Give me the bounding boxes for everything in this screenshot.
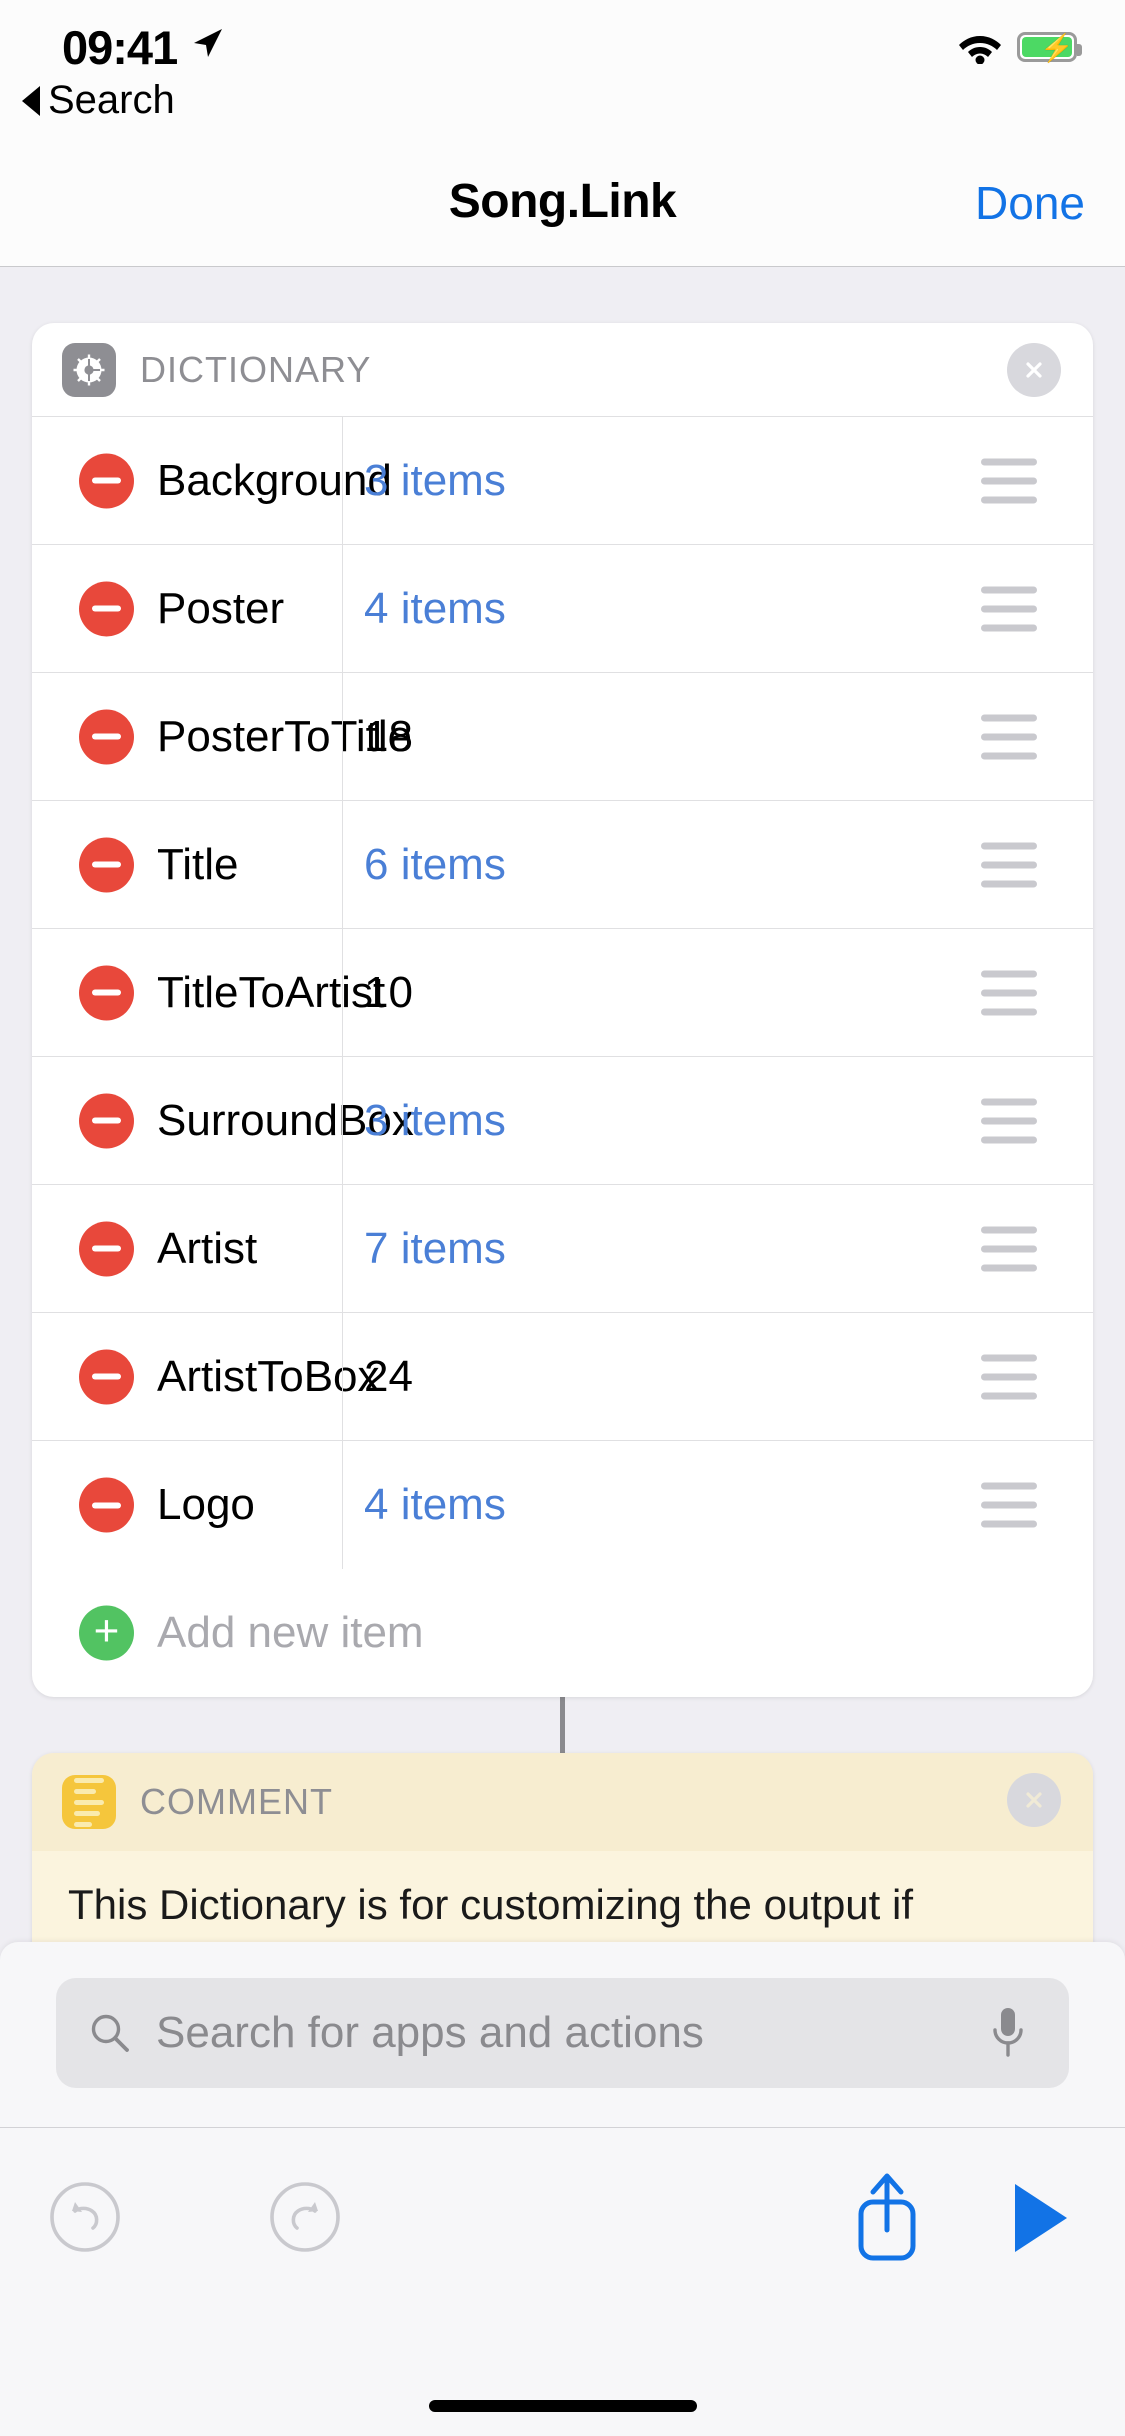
status-bar-right: ⚡ <box>957 30 1082 64</box>
dictionary-action-card: DICTIONARY Background 3 items Poster 4 item… <box>32 323 1093 1697</box>
dictionary-key[interactable]: Logo <box>157 1441 342 1569</box>
dictionary-value[interactable]: 4 items <box>364 545 506 672</box>
battery-charging-icon: ⚡ <box>1017 32 1082 63</box>
dictionary-key[interactable]: Background <box>157 417 392 544</box>
action-connector-line <box>560 1697 565 1753</box>
redo-icon[interactable] <box>268 2180 342 2254</box>
drag-handle-icon[interactable] <box>981 714 1037 759</box>
search-icon <box>91 2014 129 2052</box>
gear-icon <box>62 342 116 397</box>
table-row[interactable]: Poster 4 items <box>32 545 1093 673</box>
drag-handle-icon[interactable] <box>981 842 1037 887</box>
iphone-screen: 09:41 Search ⚡ Song.Link Done DICTIONARY… <box>0 0 1125 2436</box>
status-bar-time: 09:41 <box>62 21 178 74</box>
undo-icon[interactable] <box>48 2180 122 2254</box>
minus-circle-icon[interactable] <box>79 1093 134 1148</box>
drag-handle-icon[interactable] <box>981 1226 1037 1271</box>
minus-circle-icon[interactable] <box>79 709 134 764</box>
share-icon[interactable] <box>851 2168 923 2264</box>
drag-handle-icon[interactable] <box>981 1354 1037 1399</box>
back-chevron-icon <box>22 85 40 116</box>
table-row[interactable]: Title 6 items <box>32 801 1093 929</box>
cell-divider <box>342 673 343 800</box>
dictionary-rows: Background 3 items Poster 4 items PosterToTi… <box>32 416 1093 1569</box>
bottom-toolbar <box>0 2128 1125 2436</box>
play-icon[interactable] <box>1007 2180 1073 2256</box>
cell-divider <box>342 1057 343 1184</box>
cell-divider <box>342 1185 343 1312</box>
table-row[interactable]: Background 3 items <box>32 417 1093 545</box>
table-row[interactable]: SurroundBox 3 items <box>32 1057 1093 1185</box>
table-row[interactable]: PosterToTitle 18 <box>32 673 1093 801</box>
table-row[interactable]: TitleToArtist 10 <box>32 929 1093 1057</box>
plus-circle-icon[interactable]: + <box>79 1605 134 1661</box>
cell-divider <box>342 929 343 1056</box>
cell-divider <box>342 1441 343 1569</box>
minus-circle-icon[interactable] <box>79 1221 134 1276</box>
dictionary-key[interactable]: Poster <box>157 545 342 672</box>
dictionary-key[interactable]: Artist <box>157 1185 342 1312</box>
close-icon[interactable] <box>1007 1773 1061 1827</box>
dictionary-key[interactable]: ArtistToBox <box>157 1313 380 1440</box>
nav-bar: Song.Link Done <box>0 132 1125 267</box>
minus-circle-icon[interactable] <box>79 1477 134 1533</box>
back-label: Search <box>48 78 175 122</box>
comment-card-header: COMMENT <box>32 1753 1093 1851</box>
search-panel: Search for apps and actions <box>0 1942 1125 2128</box>
dictionary-value[interactable]: 4 items <box>364 1441 506 1569</box>
dictionary-card-header: DICTIONARY <box>32 323 1093 416</box>
table-row[interactable]: ArtistToBox 24 <box>32 1313 1093 1441</box>
cell-divider <box>342 417 343 544</box>
drag-handle-icon[interactable] <box>981 1482 1037 1528</box>
microphone-icon[interactable] <box>989 2005 1027 2061</box>
drag-handle-icon[interactable] <box>981 458 1037 503</box>
dictionary-key[interactable]: PosterToTitle <box>157 673 412 800</box>
shortcut-action-list[interactable]: DICTIONARY Background 3 items Poster 4 item… <box>0 267 1125 2008</box>
page-title: Song.Link <box>448 175 677 228</box>
close-icon[interactable] <box>1007 343 1061 397</box>
dictionary-key[interactable]: TitleToArtist <box>157 929 385 1056</box>
comment-action-card: COMMENT This Dictionary is for customizi… <box>32 1753 1093 1961</box>
table-row[interactable]: Artist 7 items <box>32 1185 1093 1313</box>
dictionary-value[interactable]: 3 items <box>364 417 506 544</box>
add-new-item-label: Add new item <box>157 1608 424 1657</box>
minus-circle-icon[interactable] <box>79 453 134 508</box>
cell-divider <box>342 801 343 928</box>
status-bar: 09:41 Search ⚡ <box>0 0 1125 132</box>
minus-circle-icon[interactable] <box>79 1349 134 1404</box>
table-row[interactable]: Logo 4 items <box>32 1441 1093 1569</box>
close-x-glyph <box>1026 362 1042 378</box>
text-lines-icon <box>62 1775 116 1829</box>
minus-circle-icon[interactable] <box>79 581 134 636</box>
dictionary-card-label: DICTIONARY <box>140 348 372 390</box>
dictionary-value[interactable]: 7 items <box>364 1185 506 1312</box>
cell-divider <box>342 545 343 672</box>
cell-divider <box>342 1313 343 1440</box>
dictionary-value[interactable]: 3 items <box>364 1057 506 1184</box>
dictionary-value[interactable]: 10 <box>364 929 413 1056</box>
minus-circle-icon[interactable] <box>79 837 134 892</box>
location-arrow-icon <box>194 29 222 57</box>
search-input[interactable]: Search for apps and actions <box>56 1978 1069 2088</box>
dictionary-value[interactable]: 6 items <box>364 801 506 928</box>
dictionary-value[interactable]: 18 <box>364 673 413 800</box>
drag-handle-icon[interactable] <box>981 970 1037 1015</box>
dictionary-key[interactable]: Title <box>157 801 342 928</box>
minus-circle-icon[interactable] <box>79 965 134 1020</box>
add-new-item-row[interactable]: + Add new item <box>32 1569 1093 1697</box>
close-x-glyph <box>1026 1792 1042 1808</box>
search-placeholder: Search for apps and actions <box>156 2008 704 2057</box>
dictionary-value[interactable]: 24 <box>364 1313 413 1440</box>
dictionary-key[interactable]: SurroundBox <box>157 1057 414 1184</box>
wifi-icon <box>959 36 1001 64</box>
back-to-search-button[interactable]: Search <box>22 78 175 123</box>
drag-handle-icon[interactable] <box>981 586 1037 631</box>
comment-card-label: COMMENT <box>140 1781 333 1822</box>
drag-handle-icon[interactable] <box>981 1098 1037 1143</box>
done-button[interactable]: Done <box>975 176 1085 230</box>
home-indicator <box>428 2400 697 2412</box>
